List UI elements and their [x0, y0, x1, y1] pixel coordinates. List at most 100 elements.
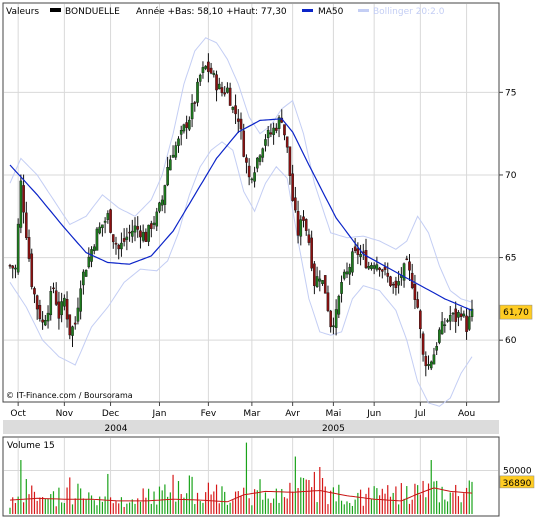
candle-body	[182, 124, 186, 132]
candle-body	[57, 301, 61, 319]
legend: Valeurs BONDUELLE Année +Bas: 58,10 +Hau…	[6, 6, 445, 17]
candle-body	[253, 172, 256, 182]
candle-body	[440, 321, 444, 335]
candle-body	[117, 244, 121, 250]
candle-body	[234, 105, 237, 115]
candle-body	[372, 265, 376, 269]
candle-body	[163, 185, 167, 205]
price-panel	[2, 2, 500, 403]
candle-body	[71, 326, 74, 336]
candle-body	[416, 299, 419, 308]
month-label: Jul	[414, 409, 426, 419]
candle-body	[310, 237, 313, 269]
candle-body	[14, 267, 17, 270]
candle-body	[359, 254, 362, 257]
candle-body	[256, 157, 259, 169]
candle-body	[351, 251, 354, 273]
candle-body	[318, 278, 322, 282]
candle-body	[266, 129, 270, 138]
candle-body	[386, 272, 390, 277]
candle-body	[8, 265, 12, 267]
candle-body	[329, 310, 332, 328]
candle-body	[378, 267, 381, 271]
last-volume-label: 36890	[503, 479, 532, 489]
candle-body	[139, 230, 142, 238]
candle-body	[353, 246, 357, 251]
candle-body	[79, 288, 82, 312]
candle-body	[49, 291, 53, 316]
candle-body	[432, 354, 436, 365]
candle-body	[33, 288, 36, 295]
candle-body	[389, 276, 392, 286]
chart-window: Valeurs BONDUELLE Année +Bas: 58,10 +Hau…	[0, 0, 537, 519]
month-label: Aou	[458, 409, 475, 419]
candle-body	[356, 248, 360, 255]
candle-body	[188, 119, 191, 130]
candle-body	[106, 213, 110, 220]
candle-body	[220, 87, 224, 94]
candle-body	[307, 234, 311, 243]
candle-body	[302, 216, 305, 221]
candle-body	[46, 312, 50, 322]
month-label: Fev	[201, 409, 217, 419]
candle-body	[337, 295, 341, 315]
candle-body	[30, 253, 34, 287]
legend-bollinger: Bollinger 20:2.0	[373, 7, 445, 17]
candle-body	[174, 145, 178, 158]
candle-body	[160, 199, 164, 206]
candle-body	[128, 231, 131, 234]
candle-body	[231, 107, 235, 110]
candle-body	[73, 322, 77, 325]
candle-body	[424, 356, 428, 367]
candle-body	[294, 197, 297, 211]
candle-body	[283, 124, 286, 136]
candle-body	[144, 231, 148, 242]
candle-body	[443, 324, 447, 326]
legend-bollinger-swatch	[358, 9, 369, 12]
candle-body	[345, 271, 349, 275]
candle-body	[155, 211, 159, 227]
candle-body	[370, 264, 373, 269]
candle-body	[22, 185, 25, 213]
candle-body	[204, 65, 207, 69]
candle-body	[321, 280, 324, 285]
legend-ma: MA50	[318, 7, 344, 17]
candle-body	[11, 265, 15, 269]
last-volume-marker: 36890	[499, 475, 535, 489]
year-label: 2005	[322, 424, 345, 434]
candle-body	[190, 103, 194, 120]
candle-body	[247, 165, 251, 178]
candle-body	[177, 138, 180, 146]
candle-body	[269, 132, 273, 135]
price-tick-label: 60	[505, 336, 517, 346]
candle-body	[87, 256, 91, 268]
candle-body	[150, 223, 153, 229]
candle-body	[242, 130, 246, 157]
volume-title: Volume 15	[7, 441, 55, 451]
candle-body	[198, 74, 202, 82]
candle-body	[299, 219, 303, 237]
candle-body	[76, 307, 80, 322]
candle-body	[95, 228, 99, 251]
month-axis: Oct Nov Dec Jan Fev Mar Avr Mai Jun Jul Aou	[10, 402, 475, 419]
candle-body	[348, 267, 352, 275]
candle-body	[54, 290, 58, 305]
candle-body	[19, 180, 23, 228]
candle-body	[391, 283, 395, 286]
candle-body	[408, 261, 411, 271]
candle-body	[272, 127, 275, 135]
candle-body	[179, 129, 183, 135]
month-label: Jan	[152, 409, 167, 419]
copyright: © IT-Finance.com / Boursorama	[6, 391, 133, 400]
candle-body	[383, 266, 387, 270]
candle-body	[326, 292, 330, 311]
candle-body	[109, 209, 112, 233]
candle-body	[402, 263, 406, 281]
month-label: Avr	[285, 409, 300, 419]
year-band	[3, 420, 499, 434]
candle-body	[207, 61, 210, 72]
month-label: Oct	[10, 409, 26, 419]
candle-body	[454, 308, 457, 322]
candle-body	[323, 275, 327, 294]
candle-body	[52, 287, 55, 290]
